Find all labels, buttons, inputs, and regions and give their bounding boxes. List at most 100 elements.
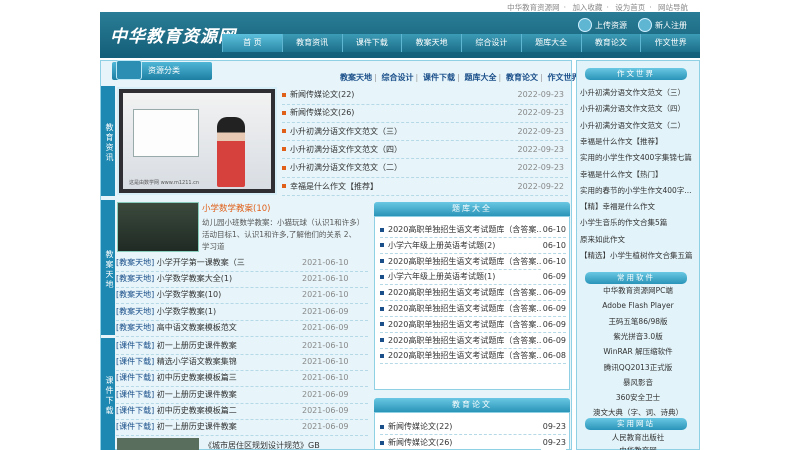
news-title[interactable]: 小升初满分语文作文范文（四）: [290, 145, 402, 154]
sidebar-link[interactable]: 实用的小学生作文400字集锦七篇: [580, 150, 698, 166]
sidebar-link[interactable]: 小升初满分语文作文范文（四）: [580, 101, 698, 117]
list-item[interactable]: [课件下载] 初中历史教案模板篇三 2021-06-10: [116, 370, 368, 386]
sidebar-link[interactable]: 360安全卫士: [578, 390, 698, 406]
item-title[interactable]: 初一上册历史课件教案: [157, 341, 237, 350]
list-item[interactable]: 新闻传媒论文(22) 09-23: [380, 419, 566, 435]
nav-courseware[interactable]: 课件下载: [341, 34, 402, 52]
sidebar-link[interactable]: 王码五笔86/98版: [578, 314, 698, 330]
nav-essays[interactable]: 作文世界: [640, 34, 700, 52]
news-title[interactable]: 幸福是什么作文【推荐】: [290, 182, 378, 191]
site-logo[interactable]: 中华教育资源网: [110, 22, 236, 47]
list-item[interactable]: [课件下载] 初一上册历史课件教案 2021-06-10: [116, 338, 368, 354]
list-item[interactable]: 2020高职单独招生语文考试题库（含答案... 06-09: [380, 301, 566, 317]
sidebar-link[interactable]: 小升初满分语文作文范文（二）: [580, 118, 698, 134]
sidebar-link[interactable]: 小学生音乐的作文合集5篇: [580, 215, 698, 231]
list-item[interactable]: 小学六年级上册英语考试题(1) 06-09: [380, 269, 566, 286]
sidebar-link[interactable]: 【精】幸福是什么作文: [580, 199, 698, 215]
item-title[interactable]: 新闻传媒论文(26): [388, 438, 452, 447]
sidebar-link[interactable]: 原来如此作文: [580, 232, 698, 248]
sidebar-link[interactable]: 实用的春节的小学生作文400字...: [580, 183, 698, 199]
item-title[interactable]: 小学数学教案(1): [157, 307, 216, 316]
sidebar-link[interactable]: 腾讯QQ2013正式版: [578, 360, 698, 376]
news-title[interactable]: 小升初满分语文作文范文（三）: [290, 127, 402, 136]
vtab-courseware[interactable]: 课件下载: [101, 338, 115, 450]
item-tag[interactable]: [教案天地]: [116, 323, 154, 332]
sidebar-link[interactable]: 【精选】小学生植树作文合集五篇: [580, 248, 698, 264]
cat-link-lesson[interactable]: 教案天地: [340, 73, 372, 82]
item-tag[interactable]: [教案天地]: [116, 258, 154, 267]
list-item[interactable]: [教案天地] 高中语文教案模板范文 2021-06-09: [116, 320, 368, 336]
list-item[interactable]: 新闻传媒论文(26) 09-23: [380, 435, 566, 450]
sidebar-link[interactable]: 中华教育网: [578, 443, 698, 450]
sidebar-link[interactable]: Adobe Flash Player: [578, 298, 698, 314]
news-item[interactable]: 小升初满分语文作文范文（四） 2022-09-23: [282, 142, 568, 158]
lesson-thumbnail[interactable]: [117, 202, 199, 252]
item-title[interactable]: 初中历史教案模板篇二: [157, 406, 237, 415]
item-title[interactable]: 精选小学语文教案集锦: [157, 357, 237, 366]
item-tag[interactable]: [课件下载]: [116, 406, 154, 415]
courseware-feature-title[interactable]: 《城市居住区规划设计规范》GB: [204, 440, 320, 450]
nav-lesson-plans[interactable]: 教案天地: [401, 34, 461, 52]
item-title[interactable]: 2020高职单独招生语文考试题库（含答案...: [388, 257, 544, 266]
item-tag[interactable]: [课件下载]: [116, 341, 154, 350]
list-item[interactable]: [教案天地] 小学数学教案(1) 2021-06-09: [116, 304, 368, 320]
news-item[interactable]: 新闻传媒论文(26) 2022-09-23: [282, 105, 568, 121]
sidebar-link[interactable]: 小升初满分语文作文范文（三）: [580, 85, 698, 101]
nav-news[interactable]: 教育资讯: [281, 34, 342, 52]
top-link-site[interactable]: 中华教育资源网: [507, 3, 560, 12]
list-item[interactable]: [课件下载] 精选小学语文教案集锦 2021-06-10: [116, 354, 368, 370]
item-title[interactable]: 新闻传媒论文(22): [388, 422, 452, 431]
nav-design[interactable]: 综合设计: [461, 34, 521, 52]
item-title[interactable]: 小学开学第一课教案（三: [157, 258, 245, 267]
sidebar-link[interactable]: 中华教育资源网PC端: [578, 283, 698, 299]
cat-link-design[interactable]: 综合设计: [382, 73, 414, 82]
list-item[interactable]: 2020高职单独招生语文考试题库（含答案... 06-08: [380, 348, 566, 365]
sidebar-link[interactable]: 紫光拼音3.0版: [578, 329, 698, 345]
news-title[interactable]: 新闻传媒论文(22): [290, 90, 354, 99]
nav-papers[interactable]: 教育论文: [580, 34, 641, 52]
news-item[interactable]: 小升初满分语文作文范文（三） 2022-09-23: [282, 124, 568, 140]
item-tag[interactable]: [教案天地]: [116, 274, 154, 283]
list-item[interactable]: [课件下载] 初一上册历史课件教案 2021-06-09: [116, 387, 368, 403]
cat-link-courseware[interactable]: 课件下载: [423, 73, 455, 82]
item-title[interactable]: 2020高职单独招生语文考试题库（含答案...: [388, 351, 544, 360]
sidebar-link[interactable]: WinRAR 解压缩软件: [578, 344, 698, 360]
vtab-lesson-plans[interactable]: 教案天地: [101, 200, 115, 335]
list-item[interactable]: 小学六年级上册英语考试题(2) 06-10: [380, 237, 566, 254]
sidebar-link[interactable]: 暴风影音: [578, 375, 698, 391]
courseware-thumbnail[interactable]: [117, 438, 199, 450]
list-item[interactable]: 2020高职单独招生语文考试题库（含答案... 06-09: [380, 316, 566, 333]
vtab-news[interactable]: 教育资讯: [101, 86, 115, 196]
item-tag[interactable]: [课件下载]: [116, 390, 154, 399]
top-link-favorite[interactable]: 加入收藏: [572, 3, 602, 12]
sidebar-link[interactable]: 幸福是什么作文【推荐】: [580, 134, 698, 150]
list-item[interactable]: [教案天地] 小学数学教案(10) 2021-06-10: [116, 287, 368, 303]
item-tag[interactable]: [教案天地]: [116, 307, 154, 316]
item-title[interactable]: 高中语文教案模板范文: [157, 323, 237, 332]
register-button[interactable]: 新人注册: [638, 18, 687, 32]
news-item[interactable]: 新闻传媒论文(22) 2022-09-23: [282, 87, 568, 103]
feature-title[interactable]: 小学数学教案(10): [202, 202, 270, 214]
item-title[interactable]: 2020高职单独招生语文考试题库（含答案...: [388, 225, 544, 234]
list-item[interactable]: [课件下载] 初一上册历史课件教案 2021-06-09: [116, 419, 368, 435]
list-item[interactable]: [教案天地] 小学开学第一课教案（三 2021-06-10: [116, 255, 368, 271]
item-tag[interactable]: [课件下载]: [116, 357, 154, 366]
top-link-homepage[interactable]: 设为首页: [615, 3, 645, 12]
item-title[interactable]: 2020高职单独招生语文考试题库（含答案...: [388, 304, 544, 313]
list-item[interactable]: [教案天地] 小学数学教案大全(1) 2021-06-10: [116, 271, 368, 287]
list-item[interactable]: 2020高职单独招生语文考试题库（含答案... 06-10: [380, 253, 566, 270]
item-title[interactable]: 2020高职单独招生语文考试题库（含答案...: [388, 320, 544, 329]
news-title[interactable]: 小升初满分语文作文范文（二）: [290, 163, 402, 172]
item-title[interactable]: 初一上册历史课件教案: [157, 390, 237, 399]
cat-link-bank[interactable]: 题库大全: [465, 73, 497, 82]
item-title[interactable]: 初一上册历史课件教案: [157, 422, 237, 431]
item-title[interactable]: 小学六年级上册英语考试题(2): [388, 241, 495, 250]
news-item[interactable]: 小升初满分语文作文范文（二） 2022-09-23: [282, 160, 568, 176]
sidebar-link[interactable]: 幸福是什么作文【热门】: [580, 167, 698, 183]
list-item[interactable]: 2020高职单独招生语文考试题库（含答案... 06-09: [380, 285, 566, 302]
news-title[interactable]: 新闻传媒论文(26): [290, 108, 354, 117]
item-title[interactable]: 2020高职单独招生语文考试题库（含答案...: [388, 336, 544, 345]
cat-link-papers[interactable]: 教育论文: [506, 73, 538, 82]
item-title[interactable]: 小学六年级上册英语考试题(1): [388, 272, 495, 281]
list-item[interactable]: 2020高职单独招生语文考试题库（含答案... 06-09: [380, 332, 566, 349]
